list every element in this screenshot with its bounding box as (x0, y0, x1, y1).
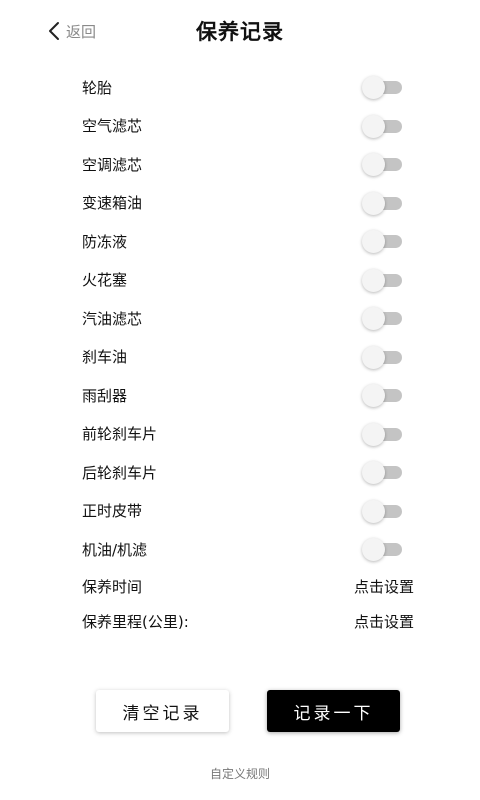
list-item-rear-brake-pads: 后轮刹车片 (82, 453, 422, 492)
toggle-switch[interactable] (362, 422, 402, 446)
list-item-timing-belt: 正时皮带 (82, 492, 422, 531)
toggle-knob (362, 384, 385, 408)
toggle-switch[interactable] (362, 114, 402, 138)
list-item-fuel-filter: 汽油滤芯 (82, 299, 422, 338)
item-label: 变速箱油 (82, 194, 143, 213)
toggle-knob (362, 538, 385, 562)
record-button[interactable]: 记录一下 (267, 690, 400, 732)
toggle-knob (362, 114, 385, 138)
maintenance-time-picker[interactable]: 点击设置 (354, 576, 414, 597)
item-label: 雨刮器 (82, 386, 128, 405)
item-label: 火花塞 (82, 271, 128, 290)
toggle-knob (362, 153, 385, 177)
toggle-switch[interactable] (362, 345, 402, 369)
list-item-ac-filter: 空调滤芯 (82, 145, 422, 184)
list-item-front-brake-pads: 前轮刹车片 (82, 415, 422, 454)
item-label: 空气滤芯 (82, 117, 143, 136)
toggle-switch[interactable] (362, 384, 402, 408)
item-label: 后轮刹车片 (82, 463, 158, 482)
header-bar: 返回 保养记录 (0, 0, 480, 62)
custom-rules-link[interactable]: 自定义规则 (0, 765, 480, 782)
clear-records-button[interactable]: 清空记录 (96, 690, 229, 732)
item-label: 刹车油 (82, 348, 128, 367)
list-item-spark-plug: 火花塞 (82, 261, 422, 300)
toggle-switch[interactable] (362, 153, 402, 177)
list-item-engine-oil-filter: 机油/机滤 (82, 530, 422, 569)
toggle-knob (362, 499, 385, 523)
item-label: 前轮刹车片 (82, 425, 158, 444)
toggle-knob (362, 422, 385, 446)
item-label: 机油/机滤 (82, 540, 148, 559)
toggle-switch[interactable] (362, 268, 402, 292)
toggle-knob (362, 230, 385, 254)
toggle-switch[interactable] (362, 230, 402, 254)
list-item-tire: 轮胎 (82, 68, 422, 107)
item-label: 防冻液 (82, 232, 128, 251)
maintenance-item-list: 轮胎 空气滤芯 空调滤芯 变速箱油 防冻液 火花塞 汽油滤芯 刹车油 雨刮器 前… (82, 68, 422, 639)
maintenance-time-label: 保养时间 (82, 577, 143, 596)
maintenance-time-row: 保养时间 点击设置 (82, 569, 422, 604)
toggle-switch[interactable] (362, 499, 402, 523)
toggle-knob (362, 268, 385, 292)
toggle-knob (362, 191, 385, 215)
list-item-antifreeze: 防冻液 (82, 222, 422, 261)
toggle-switch[interactable] (362, 307, 402, 331)
item-label: 正时皮带 (82, 502, 143, 521)
toggle-knob (362, 307, 385, 331)
toggle-switch[interactable] (362, 76, 402, 100)
toggle-switch[interactable] (362, 538, 402, 562)
toggle-switch[interactable] (362, 191, 402, 215)
item-label: 汽油滤芯 (82, 309, 143, 328)
page-title: 保养记录 (196, 20, 284, 44)
maintenance-mileage-picker[interactable]: 点击设置 (354, 611, 414, 632)
toggle-knob (362, 345, 385, 369)
item-label: 轮胎 (82, 78, 113, 97)
item-label: 空调滤芯 (82, 155, 143, 174)
list-item-wiper: 雨刮器 (82, 376, 422, 415)
maintenance-mileage-row: 保养里程(公里): 点击设置 (82, 604, 422, 639)
toggle-switch[interactable] (362, 461, 402, 485)
toggle-knob (362, 461, 385, 485)
list-item-air-filter: 空气滤芯 (82, 107, 422, 146)
list-item-brake-fluid: 刹车油 (82, 338, 422, 377)
list-item-transmission-oil: 变速箱油 (82, 184, 422, 223)
maintenance-mileage-label: 保养里程(公里): (82, 612, 189, 631)
toggle-knob (362, 76, 385, 100)
